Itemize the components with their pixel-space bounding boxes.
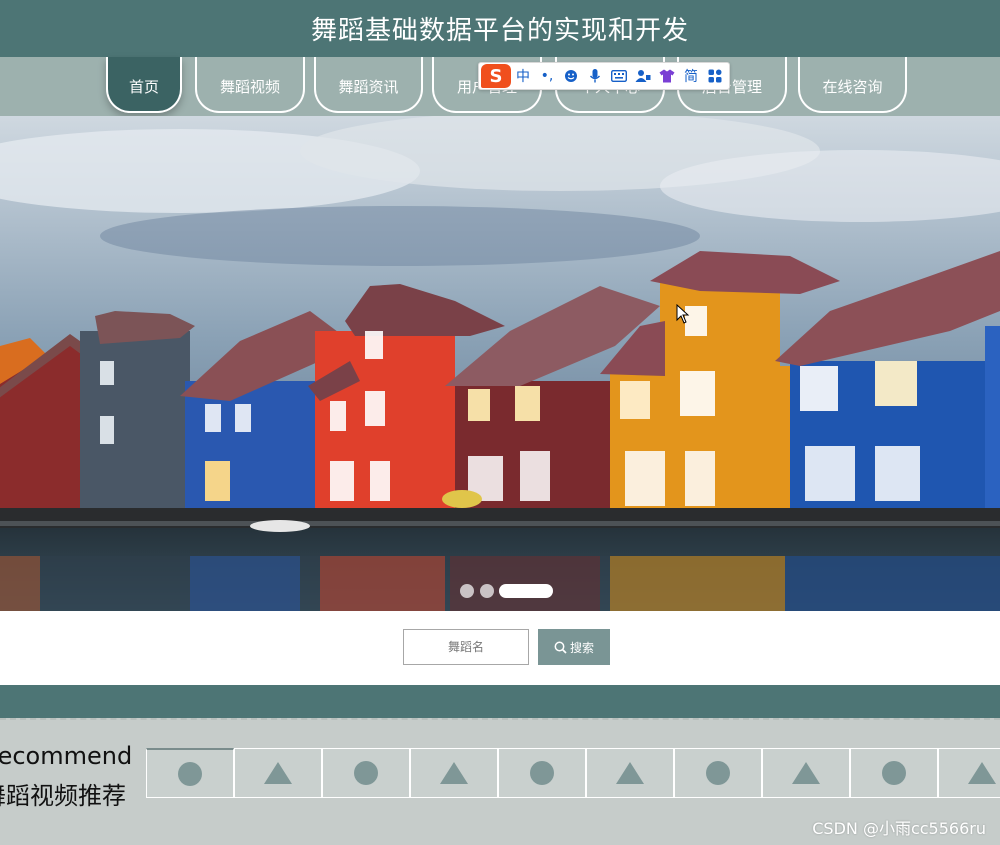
csdn-watermark: CSDN @小雨cc5566ru [812,819,986,838]
placeholder-triangle-icon [792,762,820,784]
sogou-logo-icon[interactable]: S [481,64,511,88]
video-thumbnail[interactable] [674,748,762,798]
carousel-dot-2[interactable] [480,584,494,598]
placeholder-circle-icon [882,761,906,785]
search-button-label: 搜索 [569,640,594,655]
placeholder-triangle-icon [968,762,996,784]
emoji-icon[interactable] [559,64,583,88]
microphone-icon[interactable] [583,64,607,88]
placeholder-circle-icon [530,761,554,785]
nav-item-online-consult[interactable]: 在线咨询 [798,57,907,113]
placeholder-triangle-icon [264,762,292,784]
carousel-dot-3-active[interactable] [499,584,553,598]
simplified-toggle[interactable]: 简 [679,64,703,88]
placeholder-triangle-icon [440,762,468,784]
recommend-title-cn: 舞蹈视频推荐 [0,782,126,810]
nav-item-home[interactable]: 首页 [106,57,182,113]
header-bar: 舞蹈基础数据平台的实现和开发 [0,0,1000,57]
section-divider-bar [0,685,1000,718]
mouse-cursor-icon [676,304,690,324]
grid-apps-icon[interactable] [703,64,727,88]
search-button[interactable]: 搜索 [538,629,610,665]
video-thumbnail[interactable] [586,748,674,798]
video-thumbnail[interactable] [146,748,234,798]
keyboard-icon[interactable] [607,64,631,88]
ime-toolbar[interactable]: S 中 •, 简 [478,62,730,90]
video-thumbnail[interactable] [762,748,850,798]
video-thumbnail[interactable] [234,748,322,798]
recommend-thumbnail-strip [146,748,1000,798]
video-thumbnail[interactable] [498,748,586,798]
carousel-indicators [460,584,560,598]
video-thumbnail[interactable] [410,748,498,798]
user-icon[interactable] [631,64,655,88]
placeholder-circle-icon [178,761,202,786]
search-icon [554,641,567,654]
skin-shirt-icon[interactable] [655,64,679,88]
recommend-title-en: Recommend [0,742,133,770]
placeholder-circle-icon [706,761,730,785]
video-thumbnail[interactable] [850,748,938,798]
carousel-banner-image[interactable] [0,116,1000,611]
dance-name-search-input[interactable] [403,629,529,665]
placeholder-circle-icon [354,761,378,785]
ime-mode-toggle[interactable]: 中 [511,64,535,88]
placeholder-triangle-icon [616,762,644,784]
video-thumbnail[interactable] [322,748,410,798]
nav-item-dance-videos[interactable]: 舞蹈视频 [195,57,305,113]
video-thumbnail[interactable] [938,748,1000,798]
carousel-dot-1[interactable] [460,584,474,598]
site-title: 舞蹈基础数据平台的实现和开发 [310,16,689,46]
nav-item-dance-news[interactable]: 舞蹈资讯 [314,57,423,113]
search-section: 搜索 [0,611,1000,685]
punctuation-toggle[interactable]: •, [535,64,559,88]
